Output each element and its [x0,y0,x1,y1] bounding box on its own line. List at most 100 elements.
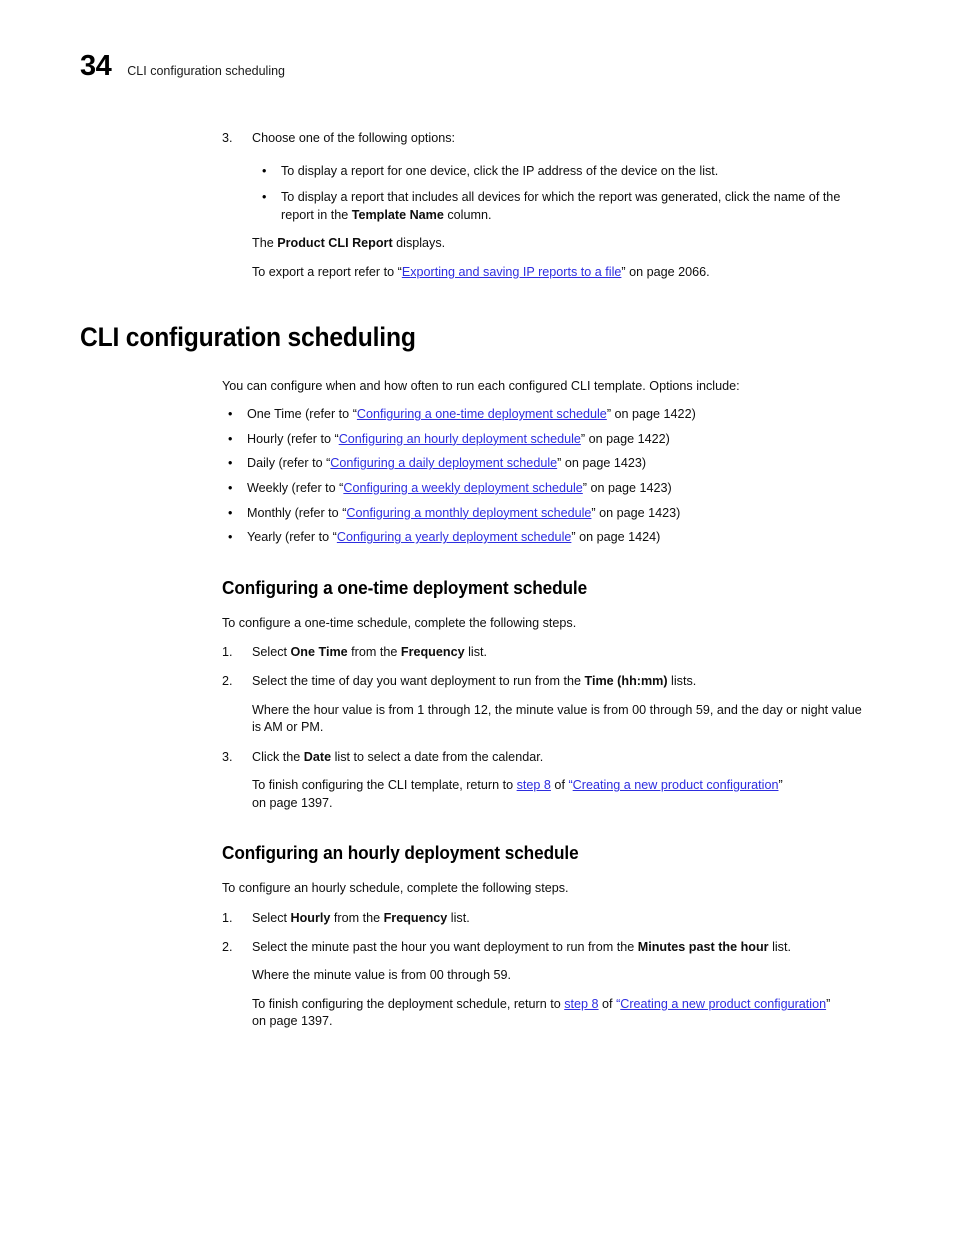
cross-reference-link-daily-schedule[interactable]: Configuring a daily deployment schedule [330,456,557,470]
list-item: • Monthly (refer to “Configuring a month… [228,505,868,523]
bullet-icon: • [228,530,233,545]
text-run: Daily (refer to [247,456,327,471]
step-number: 1. [222,645,233,660]
cross-reference-link-yearly-schedule[interactable]: Configuring a yearly deployment schedule [337,530,572,544]
list-item: • To display a report that includes all … [262,189,862,224]
text-run: of [550,778,569,793]
text-run: from the [347,645,401,660]
text-run: Select the minute past the hour you want… [252,939,638,954]
list-item-text: Daily (refer to “Configuring a daily dep… [247,455,868,473]
ui-label-date: Date [303,749,332,764]
step-number: 1. [222,911,233,926]
step-number: 2. [222,673,233,688]
cross-reference-link-step-8[interactable]: step 8 [517,778,551,792]
text-run: on page 1423) [595,505,681,520]
bullet-icon: • [228,456,233,471]
text-run: Select [252,911,291,926]
step-number: 2. [222,939,233,954]
text-run: displays. [392,236,446,251]
section-intro-paragraph: To configure a one-time schedule, comple… [222,615,577,630]
text-run: To export a report refer to [252,264,398,279]
cross-reference-link-monthly-schedule[interactable]: Configuring a monthly deployment schedul… [346,506,591,520]
text-run: Weekly (refer to [247,480,340,495]
cross-reference-link-step-8[interactable]: step 8 [564,997,598,1011]
step-text: Select Hourly from the Frequency list. [252,910,862,928]
bullet-icon: • [228,505,233,520]
text-run: Select the time of day you want deployme… [252,673,585,688]
text-run: The [252,236,278,251]
list-item: • One Time (refer to “Configuring a one-… [228,406,868,424]
step-text: Select the minute past the hour you want… [252,939,882,957]
text-run: of [598,996,617,1011]
list-item-text: Hourly (refer to “Configuring an hourly … [247,431,868,449]
text-run: Click the [252,749,304,764]
finish-reference-paragraph: To finish configuring the CLI template, … [252,777,786,812]
numbered-step: 3. Click the Date list to select a date … [222,749,862,767]
list-item-text: Monthly (refer to “Configuring a monthly… [247,505,868,523]
page-header: 34 CLI configuration scheduling [80,52,285,81]
bullet-icon: • [228,431,233,446]
cross-reference-link-hourly-schedule[interactable]: Configuring an hourly deployment schedul… [339,432,581,446]
ui-label-frequency: Frequency [383,911,448,926]
text-run: on page 1422) [611,407,696,422]
text-run: Yearly (refer to [247,530,333,545]
text-run: on page 2066. [625,264,710,279]
close-quote: ” [778,778,783,793]
finish-reference-paragraph: To finish configuring the deployment sch… [252,996,844,1031]
numbered-step: 1. Select One Time from the Frequency li… [222,644,862,662]
text-run: on page 1424) [575,530,661,545]
page-title: CLI configuration scheduling [80,321,416,352]
bullet-icon: • [262,163,267,178]
ui-label-one-time: One Time [290,645,348,660]
text-run: list to select a date from the calendar. [331,749,544,764]
section-intro-paragraph: To configure an hourly schedule, complet… [222,881,569,896]
close-quote: ” [826,996,831,1011]
step-number: 3. [222,749,233,764]
cross-reference-link-creating-new-product-configuration[interactable]: Creating a new product configuration [620,997,826,1011]
text-run: from the [330,911,384,926]
ui-label-frequency: Frequency [400,645,465,660]
cross-reference-link-exporting-saving-ip-reports[interactable]: Exporting and saving IP reports to a fil… [402,265,622,279]
list-item-text: Yearly (refer to “Configuring a yearly d… [247,529,868,547]
ui-label-hourly: Hourly [290,911,331,926]
text-run: One Time (refer to [247,407,353,422]
step-text: Select the time of day you want deployme… [252,673,882,691]
list-item-text: One Time (refer to “Configuring a one-ti… [247,406,868,424]
export-reference-paragraph: To export a report refer to “Exporting a… [252,264,872,282]
ui-label-time-hhmm: Time (hh:mm) [584,673,668,688]
list-item-text: Weekly (refer to “Configuring a weekly d… [247,480,868,498]
text-run: on page 1422) [585,431,670,446]
text-run: To finish configuring the CLI template, … [252,778,517,793]
list-item: • Yearly (refer to “Configuring a yearly… [228,529,868,547]
text-run: lists. [667,673,697,688]
step-number: 3. [222,131,233,145]
text-run: list. [768,939,791,954]
ui-label-template-name: Template Name [351,207,444,222]
text-run: Select [252,645,291,660]
step-text: Choose one of the following options: [252,131,456,145]
numbered-step: 3. Choose one of the following options: [222,130,862,148]
bullet-icon: • [262,190,267,205]
list-item: • Daily (refer to “Configuring a daily d… [228,455,868,473]
text-run: on page 1397. [252,1014,333,1029]
numbered-step: 2. Select the time of day you want deplo… [222,673,882,691]
bullet-icon: • [228,407,233,422]
cross-reference-link-weekly-schedule[interactable]: Configuring a weekly deployment schedule [343,481,582,495]
list-item-text: To display a report that includes all de… [281,189,862,224]
step-text: Click the Date list to select a date fro… [252,749,862,767]
list-item: • To display a report for one device, cl… [262,163,862,181]
text-run: Hourly (refer to [247,431,335,446]
cross-reference-link-creating-new-product-configuration[interactable]: Creating a new product configuration [573,778,779,792]
note-minute-values: Where the minute value is from 00 throug… [252,968,512,983]
cross-reference-link-one-time-schedule[interactable]: Configuring a one-time deployment schedu… [357,407,607,421]
product-report-paragraph: The Product CLI Report displays. [252,235,872,253]
page-content: 3. Choose one of the following options: … [0,120,954,1031]
page-number: 34 [80,50,112,82]
text-run: To finish configuring the deployment sch… [252,996,565,1011]
bullet-icon: • [228,480,233,495]
text-run: column. [443,207,492,222]
ui-label-minutes-past-the-hour: Minutes past the hour [637,939,769,954]
text-run: on page 1397. [252,795,333,810]
numbered-step: 1. Select Hourly from the Frequency list… [222,910,862,928]
note-time-values: Where the hour value is from 1 through 1… [252,702,862,735]
